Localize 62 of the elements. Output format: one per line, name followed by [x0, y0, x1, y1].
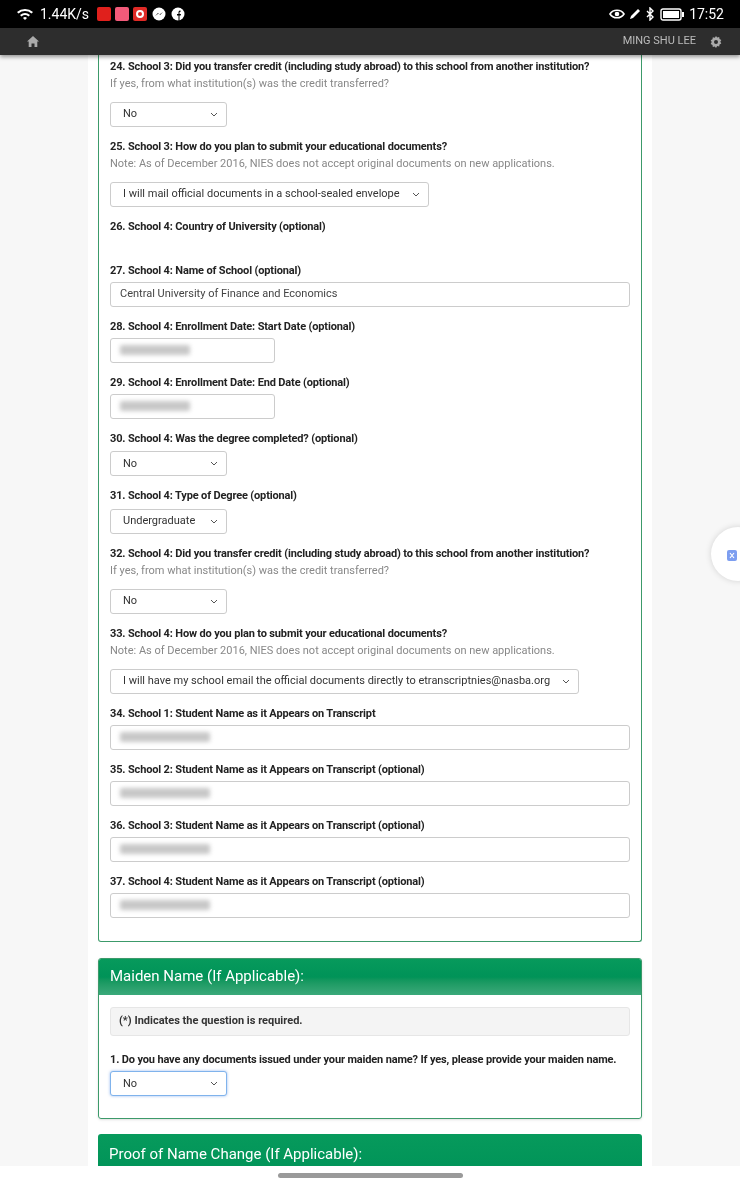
question-label: 26. School 4: Country of University (optional)	[110, 219, 327, 234]
select-field[interactable]: No	[110, 451, 227, 477]
battery-icon	[660, 7, 685, 21]
text-input[interactable]	[110, 836, 630, 862]
hint-text: Note: As of December 2016, NIES does not accept original documents on new applications.	[110, 643, 556, 658]
question-label: 37. School 4: Student Name as it Appears on Transcript (optional)	[110, 874, 426, 889]
select-field[interactable]: No	[110, 101, 227, 127]
hint-text: Note: As of December 2016, NIES does not accept original documents on new applications.	[110, 156, 556, 171]
eye-icon	[609, 8, 626, 20]
question-label: 34. School 1: Student Name as it Appears on Transcript	[110, 706, 377, 721]
home-indicator[interactable]	[277, 1172, 463, 1178]
question-label: 25. School 3: How do you plan to submit your educational documents?	[110, 139, 448, 154]
question-label: 28. School 4: Enrollment Date: Start Date (optional)	[110, 319, 356, 334]
question-label: 36. School 3: Student Name as it Appears on Transcript (optional)	[110, 818, 426, 833]
text-input[interactable]	[110, 724, 630, 750]
hint-text: If yes, from what institution(s) was the credit transferred?	[110, 564, 391, 578]
question-label: 32. School 4: Did you transfer credit (including study abroad) to this school from another institution?	[110, 547, 591, 561]
date-input[interactable]	[110, 393, 275, 419]
messenger-icon	[152, 7, 167, 21]
app-icon	[97, 7, 112, 21]
facebook-icon	[171, 7, 186, 21]
select-field[interactable]: Undergraduate	[110, 509, 227, 534]
chevron-down-icon	[210, 111, 218, 117]
section-title: Maiden Name (If Applicable):	[110, 966, 304, 988]
question-label: 29. School 4: Enrollment Date: End Date (optional)	[110, 375, 351, 390]
section-title: Proof of Name Change (If Applicable):	[109, 1144, 363, 1165]
chevron-down-icon	[210, 461, 218, 467]
select-field[interactable]: I will have my school email the official documents directly to etranscriptnies@nasba.org	[110, 668, 580, 694]
chevron-down-icon	[210, 598, 218, 604]
select-field[interactable]: I will mail official documents in a school-sealed envelope	[110, 181, 429, 207]
question-label: 31. School 4: Type of Degree (optional)	[110, 489, 298, 504]
question-label: 30. School 4: Was the degree completed? (optional)	[110, 431, 359, 446]
wifi-icon	[16, 7, 34, 21]
question-label: 33. School 4: How do you plan to submit your educational documents?	[110, 626, 448, 641]
question-label: 35. School 2: Student Name as it Appears on Transcript (optional)	[110, 762, 426, 777]
settings-icon[interactable]	[710, 35, 722, 48]
redacted-text	[120, 401, 190, 411]
chevron-down-icon	[562, 678, 571, 684]
question-label: 1. Do you have any documents issued under your maiden name? If yes, please provide your maiden name.	[110, 1052, 618, 1067]
chevron-down-icon	[411, 191, 420, 197]
user-name[interactable]: MING SHU LEE	[622, 33, 696, 50]
text-input[interactable]	[110, 892, 630, 918]
chevron-down-icon	[210, 1081, 218, 1087]
app-icon	[115, 7, 130, 21]
text-input[interactable]	[110, 780, 630, 806]
question-label: 27. School 4: Name of School (optional)	[110, 263, 302, 278]
select-field[interactable]: No	[110, 588, 227, 614]
text-input[interactable]: Central University of Finance and Economics	[110, 281, 630, 307]
translate-icon	[727, 547, 737, 561]
redacted-text	[120, 345, 190, 355]
hint-text: If yes, from what institution(s) was the credit transferred?	[110, 77, 391, 91]
home-icon[interactable]	[27, 36, 39, 47]
date-input[interactable]	[110, 337, 275, 363]
network-speed: 1.44K/s	[40, 4, 90, 24]
select-field[interactable]: No	[110, 1071, 227, 1097]
required-note: (*) Indicates the question is required.	[119, 1012, 303, 1029]
app-icon	[133, 7, 148, 21]
question-label: 24. School 3: Did you transfer credit (including study abroad) to this school from another institution?	[110, 60, 591, 74]
chevron-down-icon	[210, 519, 218, 524]
clock-time: 17:52	[689, 4, 724, 24]
pen-icon	[628, 7, 643, 21]
bluetooth-icon	[645, 7, 656, 21]
